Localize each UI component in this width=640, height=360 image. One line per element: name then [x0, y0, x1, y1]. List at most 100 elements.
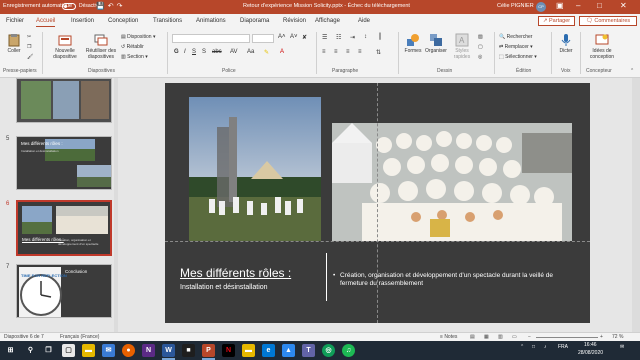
powerpoint-icon[interactable]: P [202, 344, 215, 357]
format-painter-icon[interactable]: 🖌 [27, 54, 33, 60]
netflix-icon[interactable]: N [222, 344, 235, 357]
shape-effects-icon[interactable]: ◎ [478, 54, 482, 60]
editor-scrollbar[interactable] [632, 78, 640, 332]
layout-button[interactable]: ▤ Disposition ▾ [121, 34, 156, 40]
slide-title[interactable]: Mes différents rôles : [180, 266, 291, 280]
reuse-slides-button[interactable]: Réutiliser des diapositives [83, 33, 119, 60]
tab-animations[interactable]: Animations [196, 18, 226, 24]
font-name-field[interactable] [172, 34, 250, 43]
collapse-ribbon-icon[interactable]: ⌃ [630, 68, 634, 74]
chrome-icon[interactable]: ◎ [322, 344, 335, 357]
clock-time[interactable]: 16:46 [584, 342, 597, 348]
clock-date[interactable]: 28/08/2020 [578, 350, 603, 356]
cut-icon[interactable]: ✂ [27, 34, 31, 40]
slide-sorter-icon[interactable]: ▦ [484, 334, 489, 340]
text-direction-icon[interactable]: ⇅ [376, 49, 381, 56]
file-explorer-icon[interactable]: ▬ [82, 344, 95, 357]
autosave-toggle[interactable] [62, 3, 76, 10]
tab-affichage[interactable]: Affichage [315, 18, 340, 24]
current-slide[interactable]: Mes différents rôles : Installation et d… [165, 83, 590, 323]
sticky-notes-icon[interactable]: ▬ [242, 344, 255, 357]
numbering-icon[interactable]: ☷ [336, 34, 341, 41]
columns-icon[interactable]: ║ [378, 34, 382, 40]
tab-transitions[interactable]: Transitions [153, 18, 182, 24]
slide-subtitle[interactable]: Installation et désinstallation [180, 284, 268, 291]
quick-access-toolbar[interactable]: 💾↶↷ [96, 2, 125, 10]
spotify-icon[interactable]: ♫ [342, 344, 355, 357]
teams-icon[interactable]: T [302, 344, 315, 357]
task-view-icon[interactable]: ❐ [42, 344, 55, 357]
firefox-icon[interactable]: ● [122, 344, 135, 357]
font-color-icon[interactable]: A [280, 49, 284, 55]
tab-aide[interactable]: Aide [358, 18, 370, 24]
mail-icon[interactable]: ✉ [102, 344, 115, 357]
justify-icon[interactable]: ≡ [358, 49, 362, 55]
align-center-icon[interactable]: ≡ [334, 49, 338, 55]
redo-icon[interactable]: ↷ [117, 3, 126, 10]
normal-view-icon[interactable]: ▤ [470, 334, 475, 340]
replace-button[interactable]: ⇄ Remplacer ▾ [499, 44, 533, 50]
slide-photo-installation[interactable] [189, 97, 321, 241]
volume-icon[interactable]: ♪ [544, 344, 547, 350]
search-icon[interactable]: ⚲ [24, 344, 37, 357]
notes-button[interactable]: ≡ Notes [440, 334, 457, 340]
windows-start-icon[interactable]: ⊞ [4, 344, 17, 357]
tab-fichier[interactable]: Fichier [6, 18, 24, 24]
designer-button[interactable]: Idées de conception [584, 33, 620, 60]
keyboard-language[interactable]: FRA [558, 344, 568, 350]
quick-styles-button[interactable]: A Styles rapides [450, 33, 474, 60]
strikethrough-icon[interactable]: abc [212, 49, 222, 55]
select-button[interactable]: ⬚ Sélectionner ▾ [499, 54, 537, 60]
dictate-button[interactable]: Dicter [555, 33, 577, 54]
bold-icon[interactable]: G [174, 49, 179, 55]
slide-thumbnail-5[interactable]: Mes différents rôles : Installation et d… [16, 136, 112, 190]
slide-thumbnail-7[interactable]: Conclusion TIME FOR REFLECTION [16, 264, 112, 318]
slideshow-icon[interactable]: ▭ [512, 334, 517, 340]
slide-thumbnail-6[interactable]: Mes différents rôles : Création, organis… [16, 200, 112, 256]
reset-button[interactable]: ↺ Rétablir [121, 44, 144, 50]
tab-conception[interactable]: Conception [108, 18, 138, 24]
bullets-icon[interactable]: ☰ [322, 34, 327, 41]
tray-chevron-icon[interactable]: ⌃ [520, 344, 524, 350]
notifications-icon[interactable]: ✉ [620, 344, 624, 350]
shape-outline-icon[interactable]: ▢ [478, 44, 483, 50]
files-icon[interactable]: ▢ [62, 344, 75, 357]
save-icon[interactable]: 💾 [96, 3, 108, 10]
shape-fill-icon[interactable]: ▧ [478, 34, 483, 40]
new-slide-button[interactable]: Nouvelle diapositive [47, 33, 83, 60]
share-button[interactable]: ↗ Partager [538, 16, 575, 26]
highlight-icon[interactable]: ✎ [264, 49, 269, 56]
spacing-icon[interactable]: AV [230, 49, 238, 55]
align-left-icon[interactable]: ≡ [322, 49, 326, 55]
slide-thumbnail-4[interactable] [16, 78, 112, 123]
tab-diaporama[interactable]: Diaporama [240, 18, 269, 24]
user-name[interactable]: Célie PIGNIER [497, 3, 534, 9]
font-size-field[interactable] [252, 34, 274, 43]
terminal-icon[interactable]: ■ [182, 344, 195, 357]
photos-icon[interactable]: ▲ [282, 344, 295, 357]
maximize-icon[interactable]: □ [597, 1, 602, 10]
onenote-icon[interactable]: N [142, 344, 155, 357]
paste-button[interactable]: Coller [4, 33, 24, 54]
minimize-icon[interactable]: – [576, 1, 580, 10]
copy-icon[interactable]: ❐ [27, 44, 31, 50]
avatar[interactable]: CP [536, 2, 546, 12]
zoom-in-icon[interactable]: + [600, 334, 603, 340]
tab-accueil[interactable]: Accueil [36, 18, 56, 27]
underline-icon[interactable]: S [192, 49, 196, 55]
italic-icon[interactable]: I [184, 49, 186, 55]
find-button[interactable]: 🔍 Rechercher [499, 34, 532, 40]
arrange-button[interactable]: Organiser [424, 33, 448, 54]
tab-insertion[interactable]: Insertion [71, 18, 94, 24]
edge-icon[interactable]: e [262, 344, 275, 357]
slide-photo-spectacle[interactable] [332, 123, 572, 241]
close-icon[interactable]: ✕ [620, 1, 627, 10]
clear-format-icon[interactable]: ✘ [302, 34, 307, 41]
shapes-button[interactable]: Formes [402, 33, 424, 54]
shadow-icon[interactable]: S [202, 49, 206, 55]
case-icon[interactable]: Aa [247, 49, 254, 55]
thumbnails-scrollbar[interactable] [114, 78, 118, 332]
zoom-slider[interactable] [536, 337, 598, 338]
indent-icon[interactable]: ⇥ [350, 34, 355, 41]
tab-revision[interactable]: Révision [283, 18, 306, 24]
